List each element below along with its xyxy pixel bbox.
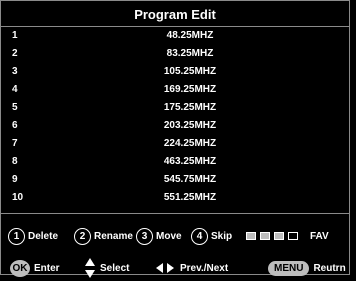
channel-row[interactable]: 3 105.25MHZ <box>0 63 350 81</box>
channel-row[interactable]: 4 169.25MHZ <box>0 81 350 99</box>
channel-frequency: 203.25MHZ <box>163 120 217 131</box>
page-title: Program Edit <box>134 7 216 22</box>
skip-label: Skip <box>211 230 233 242</box>
channel-number: 10 <box>12 192 24 203</box>
channel-number: 6 <box>12 120 18 131</box>
rename-label: Rename <box>94 230 133 242</box>
prev-next-action[interactable]: Prev./Next <box>156 257 228 279</box>
key-1-icon: 1 <box>8 227 25 245</box>
channel-row[interactable]: 5 175.25MHZ <box>0 99 350 117</box>
channel-number: 4 <box>12 84 18 95</box>
fav-color-square-icon <box>274 232 284 240</box>
menu-return-action[interactable]: MENU Reutrn <box>268 257 346 279</box>
channel-row[interactable]: 10 551.25MHZ <box>0 189 350 207</box>
channel-row[interactable]: 7 224.25MHZ <box>0 135 350 153</box>
select-label: Select <box>100 262 130 274</box>
channel-frequency: 545.75MHZ <box>163 174 217 185</box>
channel-frequency: 224.25MHZ <box>163 138 217 149</box>
channel-row[interactable]: 2 83.25MHZ <box>0 45 350 63</box>
select-action[interactable]: Select <box>84 257 129 279</box>
delete-action[interactable]: 1 Delete <box>8 225 58 247</box>
function-legend: 1 Delete 2 Rename 3 Move 4 Skip FAV <box>0 225 356 247</box>
channel-number: 5 <box>12 102 18 113</box>
fav-action[interactable]: FAV <box>246 225 329 247</box>
move-action[interactable]: 3 Move <box>136 225 182 247</box>
channel-row[interactable]: 8 463.25MHZ <box>0 153 350 171</box>
key-4-icon: 4 <box>191 227 208 245</box>
channel-frequency: 169.25MHZ <box>163 84 217 95</box>
channel-number: 3 <box>12 66 18 77</box>
ok-enter-action[interactable]: OK Enter <box>10 257 60 279</box>
delete-label: Delete <box>28 230 59 242</box>
ok-button-icon: OK <box>10 259 30 277</box>
navigation-legend: OK Enter Select Prev./Next MENU Reutrn <box>0 257 356 279</box>
channel-frequency: 175.25MHZ <box>163 102 217 113</box>
divider <box>1 213 349 214</box>
fav-label: FAV <box>310 230 329 242</box>
return-label: Reutrn <box>313 262 346 274</box>
channel-frequency: 48.25MHZ <box>166 30 214 41</box>
channel-frequency: 83.25MHZ <box>166 48 214 59</box>
channel-number: 9 <box>12 174 18 185</box>
move-label: Move <box>156 230 182 242</box>
channel-frequency: 105.25MHZ <box>163 66 217 77</box>
rename-action[interactable]: 2 Rename <box>74 225 133 247</box>
channel-frequency: 463.25MHZ <box>163 156 217 167</box>
up-down-arrows-icon <box>85 258 95 278</box>
enter-label: Enter <box>34 262 60 274</box>
fav-color-square-icon <box>260 232 270 240</box>
fav-color-square-icon <box>288 232 298 240</box>
channel-number: 2 <box>12 48 18 59</box>
left-right-arrows-icon <box>156 263 174 273</box>
channel-number: 8 <box>12 156 18 167</box>
channel-number: 7 <box>12 138 18 149</box>
key-3-icon: 3 <box>136 227 153 245</box>
channel-row[interactable]: 6 203.25MHZ <box>0 117 350 135</box>
skip-action[interactable]: 4 Skip <box>191 225 232 247</box>
menu-button-icon: MENU <box>268 260 310 276</box>
prev-next-label: Prev./Next <box>180 262 229 274</box>
fav-color-square-icon <box>246 232 256 240</box>
channel-frequency: 551.25MHZ <box>163 192 217 203</box>
channel-row[interactable]: 9 545.75MHZ <box>0 171 350 189</box>
key-2-icon: 2 <box>74 227 91 245</box>
channel-row[interactable]: 1 48.25MHZ <box>0 27 350 45</box>
channel-number: 1 <box>12 30 18 41</box>
